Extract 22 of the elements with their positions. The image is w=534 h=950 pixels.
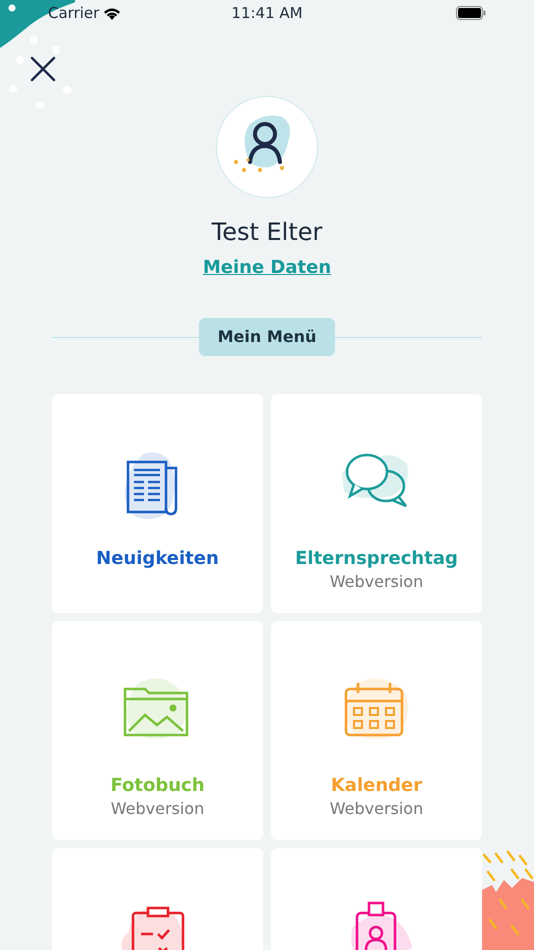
battery-icon — [456, 6, 486, 20]
tile-title: Neuigkeiten — [96, 547, 219, 571]
menu-tile[interactable]: Fotobuch Webversion — [52, 621, 263, 840]
menu-heading: Mein Menü — [198, 318, 336, 356]
menu-tile[interactable] — [52, 848, 263, 950]
carrier-label: Carrier — [48, 2, 100, 24]
menu-tile[interactable]: Neuigkeiten — [52, 394, 263, 613]
tile-subtitle: Webversion — [110, 798, 204, 820]
menu-tile[interactable]: Kalender Webversion — [271, 621, 482, 840]
tile-title: Kalender — [330, 774, 422, 798]
clock-time: 11:41 AM — [231, 2, 303, 24]
menu-tile[interactable]: Elternsprechtag Webversion — [271, 394, 482, 613]
profile-link[interactable]: Meine Daten — [202, 254, 332, 281]
close-button[interactable] — [28, 54, 58, 84]
tile-subtitle: Webversion — [330, 798, 424, 820]
profile-name: Test Elter — [212, 217, 322, 248]
menu-tile[interactable] — [271, 848, 482, 950]
wifi-icon — [103, 6, 122, 20]
tile-subtitle: Webversion — [330, 571, 424, 593]
tile-title: Elternsprechtag — [295, 547, 458, 571]
close-icon — [29, 55, 57, 83]
tile-title: Fotobuch — [110, 774, 205, 798]
